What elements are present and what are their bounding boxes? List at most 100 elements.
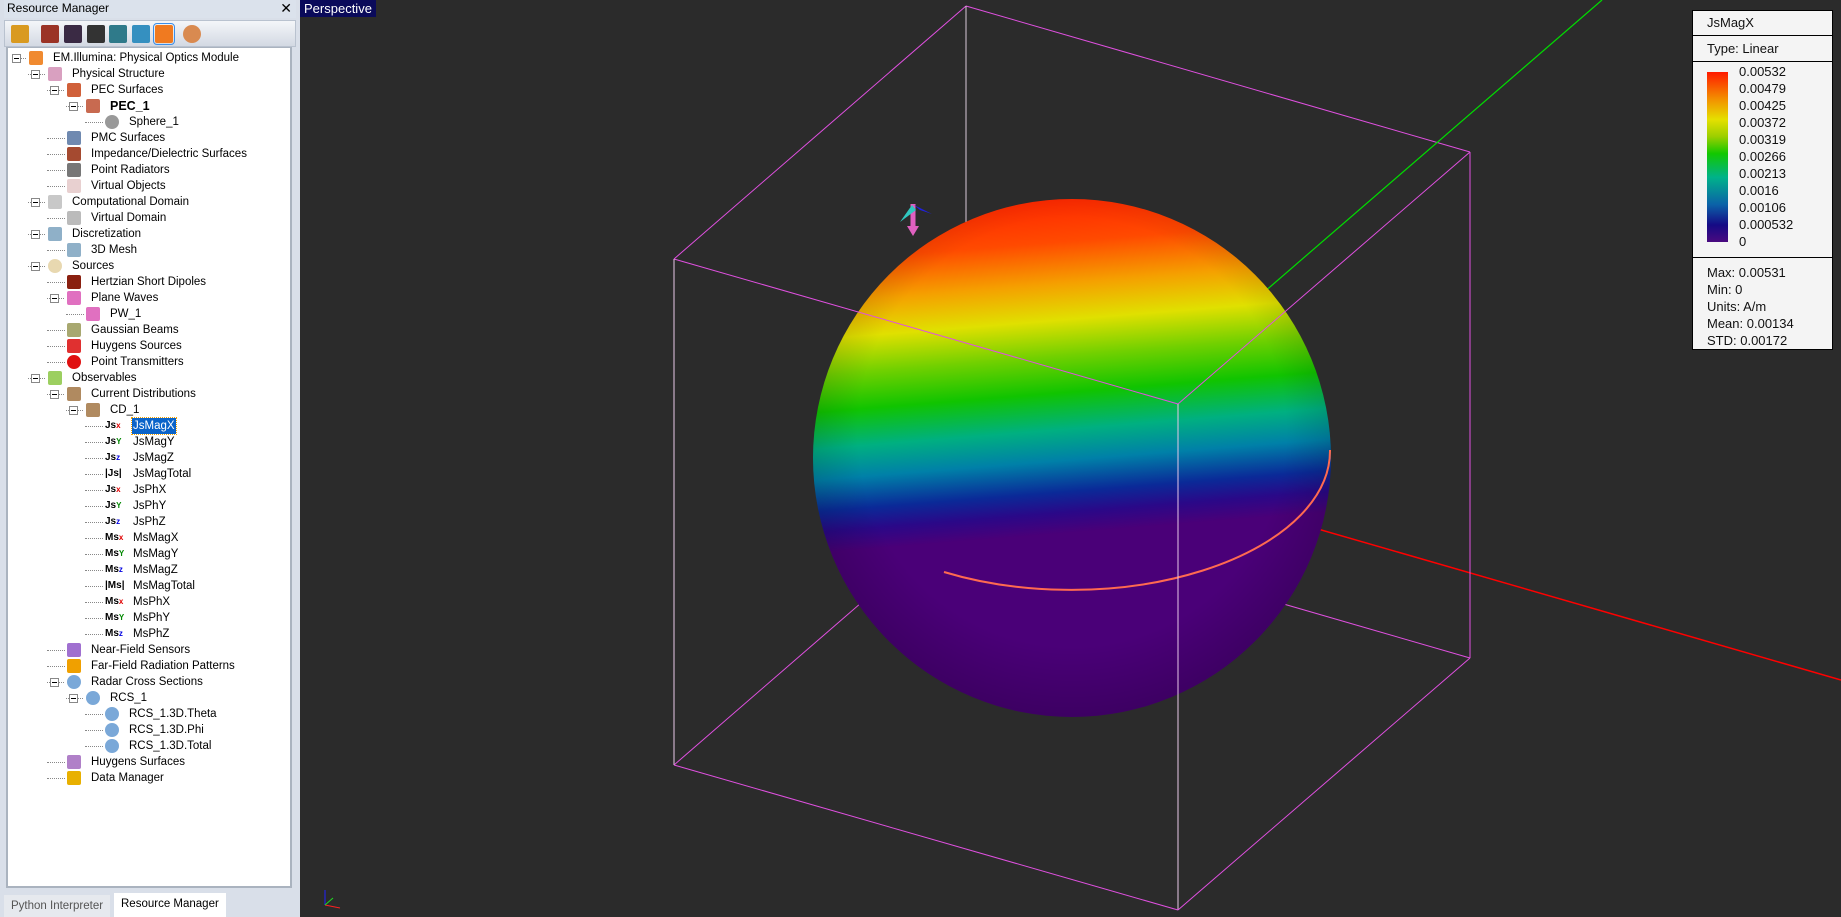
tree-item-label: JsPhX — [133, 484, 167, 496]
physical-optics-icon[interactable] — [153, 23, 175, 45]
tree-item[interactable]: Data Manager — [8, 770, 288, 786]
molecule-icon[interactable] — [87, 25, 105, 43]
tree-item[interactable]: Discretization — [8, 226, 288, 242]
collapse-toggle[interactable] — [50, 294, 59, 303]
pec-material-icon[interactable] — [41, 25, 59, 43]
dipole-icon — [67, 275, 81, 289]
tree-item[interactable]: EM.Illumina: Physical Optics Module — [8, 50, 288, 66]
tree-item[interactable]: Physical Structure — [8, 66, 288, 82]
rcs-icon — [105, 707, 119, 721]
tree-item[interactable]: Point Transmitters — [8, 354, 288, 370]
tree-connector — [47, 170, 65, 171]
close-icon[interactable]: ✕ — [280, 0, 292, 17]
tree-item[interactable]: 3D Mesh — [8, 242, 288, 258]
tree-item[interactable]: RCS_1 — [8, 690, 288, 706]
scatter-icon[interactable] — [132, 25, 150, 43]
tree-connector — [47, 282, 65, 283]
tree-item[interactable]: Far-Field Radiation Patterns — [8, 658, 288, 674]
pmc-surfaces-icon — [67, 131, 81, 145]
tree-item[interactable]: Impedance/Dielectric Surfaces — [8, 146, 288, 162]
tree-item[interactable]: |Js| JsMagTotal — [8, 466, 288, 482]
tree-item[interactable]: Msz MsMagZ — [8, 562, 288, 578]
collapse-toggle[interactable] — [69, 406, 78, 415]
tree-connector — [85, 730, 103, 731]
point-radiator-icon — [67, 163, 81, 177]
3d-viewport[interactable]: Perspective — [300, 0, 1841, 917]
tab-python-interpreter[interactable]: Python Interpreter — [4, 895, 111, 917]
tree-item[interactable]: Jsx JsPhX — [8, 482, 288, 498]
tree-item[interactable]: JsY JsPhY — [8, 498, 288, 514]
resource-tree[interactable]: EM.Illumina: Physical Optics Module Physi… — [6, 47, 292, 888]
tree-item[interactable]: Sphere_1 — [8, 114, 288, 130]
scene-canvas[interactable] — [300, 0, 1841, 917]
tree-item-label: Plane Waves — [91, 292, 159, 304]
tree-item[interactable]: Msx MsPhX — [8, 594, 288, 610]
tree-item[interactable]: Msx MsMagX — [8, 530, 288, 546]
js-total-icon: |Js| — [105, 468, 122, 479]
rcs-icon — [67, 675, 81, 689]
tree-item[interactable]: Virtual Domain — [8, 210, 288, 226]
tree-item[interactable]: Observables — [8, 370, 288, 386]
view-mode-label[interactable]: Perspective — [300, 0, 376, 17]
pec-surfaces-icon — [67, 83, 81, 97]
tree-item[interactable]: MsY MsMagY — [8, 546, 288, 562]
tree-item[interactable]: Msz MsPhZ — [8, 626, 288, 642]
tree-item[interactable]: Huygens Sources — [8, 338, 288, 354]
tree-item[interactable]: Jsz JsMagZ — [8, 450, 288, 466]
tree-item[interactable]: PEC_1 — [8, 98, 288, 114]
tab-resource-manager[interactable]: Resource Manager — [114, 893, 226, 917]
collapse-toggle[interactable] — [31, 70, 40, 79]
tree-item-label: JsMagX — [131, 417, 177, 435]
antenna-icon[interactable] — [109, 25, 127, 43]
tree-item[interactable]: Plane Waves — [8, 290, 288, 306]
tree-item[interactable]: Radar Cross Sections — [8, 674, 288, 690]
rcs-icon — [105, 723, 119, 737]
waves-icon[interactable] — [64, 25, 82, 43]
sources-icon — [48, 259, 62, 273]
tree-item[interactable]: RCS_1.3D.Total — [8, 738, 288, 754]
tree-item[interactable]: |Ms| MsMagTotal — [8, 578, 288, 594]
collapse-toggle[interactable] — [31, 230, 40, 239]
tree-item[interactable]: Jsz JsPhZ — [8, 514, 288, 530]
collapse-toggle[interactable] — [31, 262, 40, 271]
collapse-toggle[interactable] — [31, 374, 40, 383]
collapse-toggle[interactable] — [50, 678, 59, 687]
tree-item[interactable]: RCS_1.3D.Phi — [8, 722, 288, 738]
tree-connector — [47, 138, 65, 139]
tree-item[interactable]: Near-Field Sensors — [8, 642, 288, 658]
tree-item[interactable]: Huygens Surfaces — [8, 754, 288, 770]
tree-item[interactable]: PMC Surfaces — [8, 130, 288, 146]
ms-x-icon: Msx — [105, 596, 124, 607]
tree-item[interactable]: Hertzian Short Dipoles — [8, 274, 288, 290]
tree-item-label: MsMagY — [133, 548, 179, 560]
globe-icon[interactable] — [183, 25, 201, 43]
tree-item[interactable]: Jsx JsMagX — [8, 417, 288, 435]
tree-item[interactable]: CD_1 — [8, 402, 288, 418]
tree-item[interactable]: Virtual Objects — [8, 178, 288, 194]
tree-item[interactable]: JsY JsMagY — [8, 434, 288, 450]
project-icon[interactable] — [11, 25, 29, 43]
tree-item[interactable]: Gaussian Beams — [8, 322, 288, 338]
collapse-toggle[interactable] — [69, 102, 78, 111]
collapse-toggle[interactable] — [12, 54, 21, 63]
collapse-toggle[interactable] — [50, 86, 59, 95]
tree-item[interactable]: Current Distributions — [8, 386, 288, 402]
tree-connector — [78, 410, 83, 411]
tree-item[interactable]: Sources — [8, 258, 288, 274]
collapse-toggle[interactable] — [69, 694, 78, 703]
tree-item[interactable]: RCS_1.3D.Theta — [8, 706, 288, 722]
collapse-toggle[interactable] — [50, 390, 59, 399]
legend-stat: Min: 0 — [1707, 282, 1743, 297]
legend-stat: Max: 0.00531 — [1707, 265, 1786, 280]
tree-item-label: Sources — [72, 260, 115, 272]
tree-item[interactable]: Computational Domain — [8, 194, 288, 210]
collapse-toggle[interactable] — [31, 198, 40, 207]
tree-item-label: RCS_1.3D.Theta — [129, 708, 217, 720]
tree-item[interactable]: Point Radiators — [8, 162, 288, 178]
tree-item[interactable]: MsY MsPhY — [8, 610, 288, 626]
tree-item[interactable]: PW_1 — [8, 306, 288, 322]
tree-item-label: Computational Domain — [72, 196, 189, 208]
legend-stat: Units: A/m — [1707, 299, 1767, 314]
tree-item-label: JsMagY — [133, 436, 175, 448]
tree-item[interactable]: PEC Surfaces — [8, 82, 288, 98]
